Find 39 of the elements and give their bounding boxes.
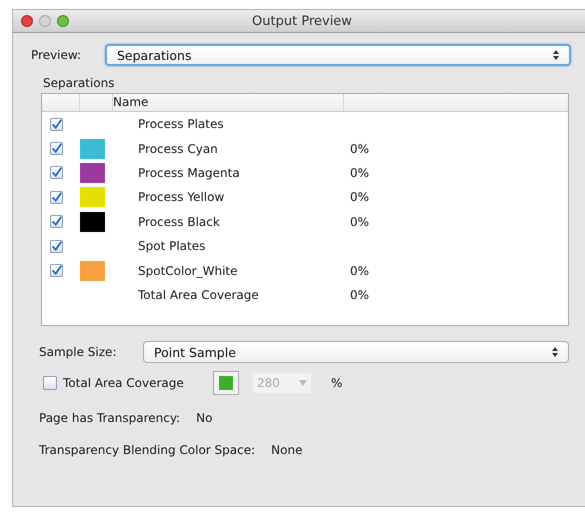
preview-label: Preview: <box>31 48 82 62</box>
info-label: Transparency Blending Color Space: <box>39 443 256 457</box>
plate-name: Total Area Coverage <box>138 288 259 302</box>
plate-name: Process Yellow <box>138 190 224 204</box>
checkbox[interactable] <box>50 166 63 180</box>
coverage-value: 0% <box>350 190 370 204</box>
checkbox[interactable] <box>50 190 63 204</box>
coverage-value: 0% <box>350 166 370 180</box>
info-label: Page has Transparency: <box>39 411 180 425</box>
plate-name: Spot Plates <box>138 239 206 254</box>
checkbox[interactable] <box>50 240 63 253</box>
checkbox[interactable] <box>50 118 63 131</box>
plate-name: SpotColor_White <box>138 264 238 278</box>
coverage-value: 0% <box>350 214 370 229</box>
color-well[interactable] <box>213 371 239 395</box>
checkbox[interactable] <box>50 264 63 278</box>
info-value: None <box>271 443 302 457</box>
zoom-icon[interactable] <box>57 15 69 27</box>
plate-name: Process Magenta <box>138 166 240 180</box>
stepper-icon <box>552 347 558 357</box>
coverage-value: 0% <box>350 288 370 302</box>
window-title: Output Preview <box>252 14 352 28</box>
dropdown-icon <box>299 380 307 386</box>
group-title: Separations <box>42 75 116 92</box>
checkbox-label: Total Area Coverage <box>63 376 185 390</box>
info-value: No <box>196 411 212 425</box>
plate-name: Process Cyan <box>138 142 218 156</box>
close-icon[interactable] <box>21 15 33 27</box>
sample-size-label: Sample Size: <box>38 345 118 359</box>
checkbox[interactable] <box>50 142 63 156</box>
checkbox[interactable] <box>50 215 63 228</box>
unit-label: % <box>331 376 342 390</box>
sample-size-dropdown[interactable]: Point Sample <box>143 341 569 363</box>
plate-name: Process Plates <box>138 117 224 132</box>
plate-name: Process Black <box>138 214 220 229</box>
coverage-value: 0% <box>350 264 370 278</box>
coverage-value: 0% <box>350 142 370 156</box>
stepper-icon <box>553 50 559 60</box>
preview-dropdown[interactable]: Separations <box>105 44 571 66</box>
